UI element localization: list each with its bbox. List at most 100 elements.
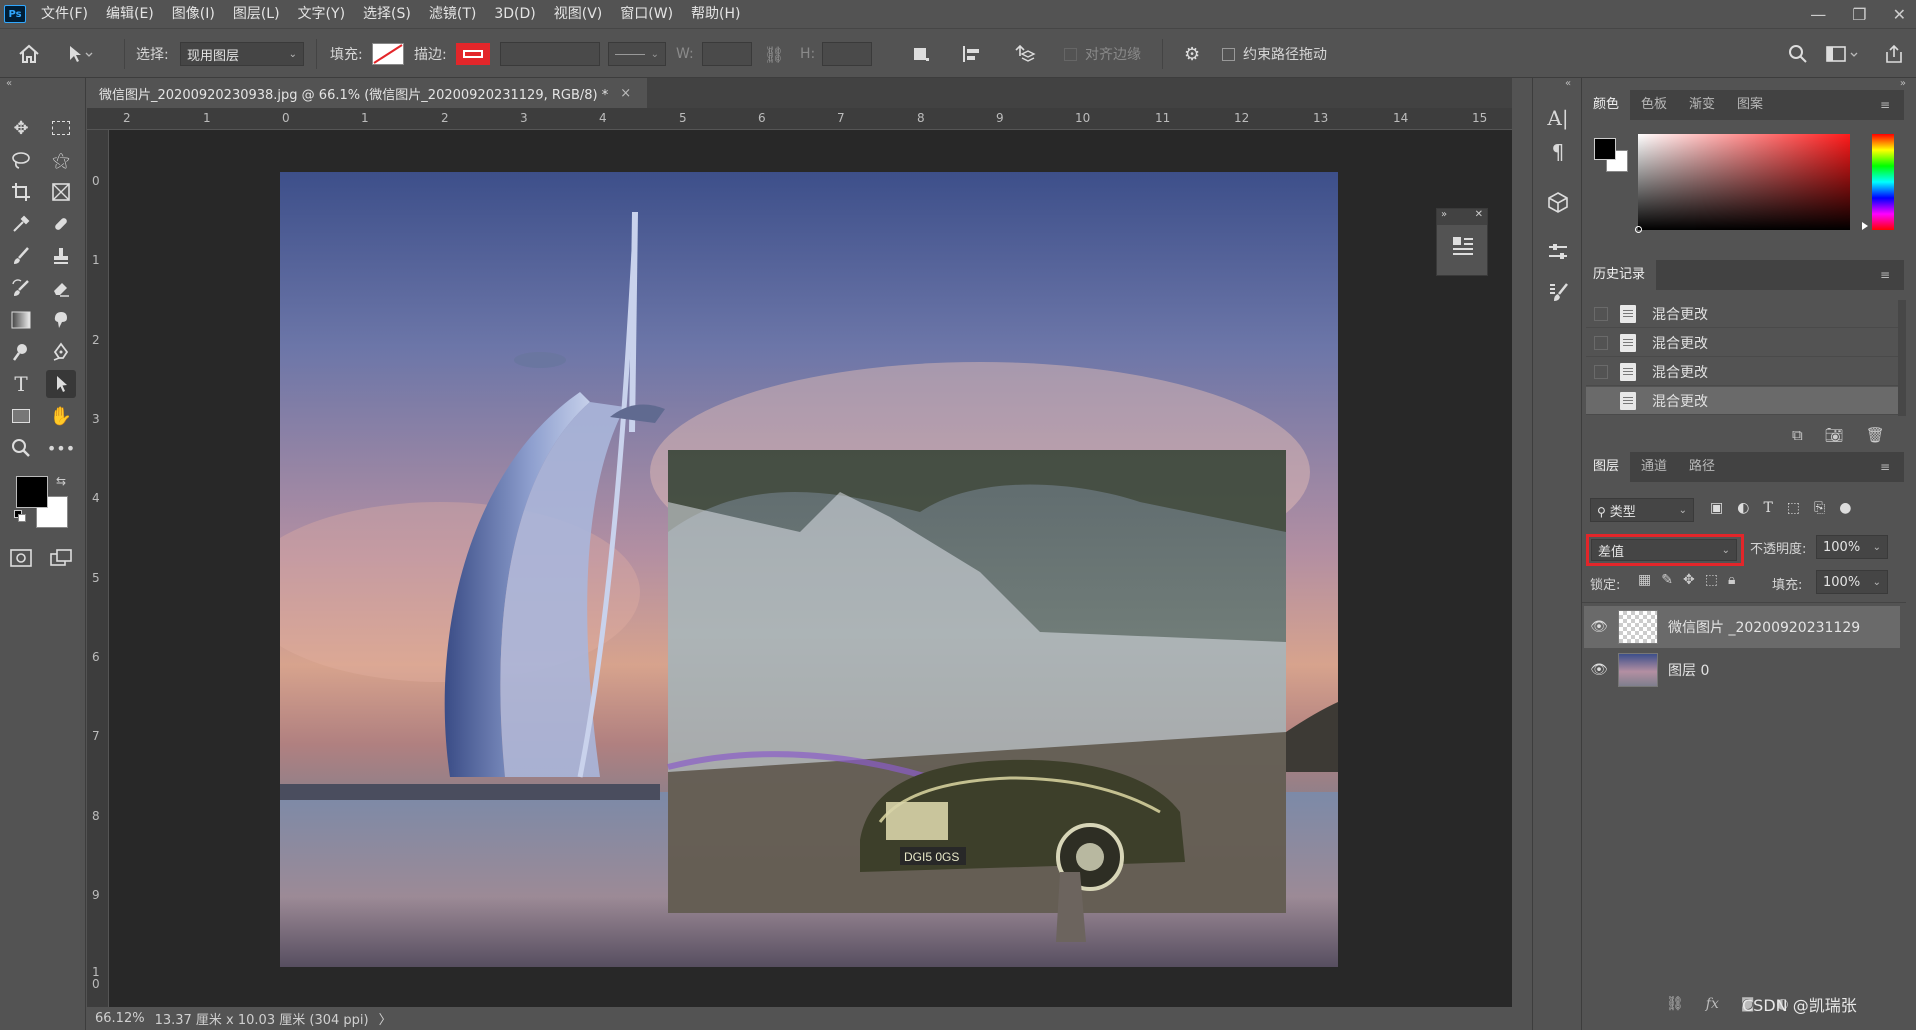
eyedropper-tool-icon[interactable] (6, 210, 36, 238)
adjustment-filter-icon[interactable]: ◐ (1737, 500, 1749, 516)
history-item[interactable]: 混合更改 (1586, 358, 1900, 386)
color-field[interactable] (1635, 134, 1850, 233)
color-panel-foreground-swatch[interactable] (1594, 138, 1616, 160)
layer-name[interactable]: 图层 0 (1668, 660, 1709, 680)
menu-view[interactable]: 视图(V) (545, 0, 612, 28)
menu-help[interactable]: 帮助(H) (682, 0, 749, 28)
close-tab-icon[interactable]: × (620, 86, 631, 101)
camera-icon[interactable]: 📷︎ (1825, 426, 1844, 444)
stamp-tool-icon[interactable] (46, 242, 76, 270)
horizontal-ruler[interactable]: 2 1 0 1 2 3 4 5 6 7 8 9 10 11 12 13 14 1… (87, 108, 1512, 130)
document-tab[interactable]: 微信图片_20200920230938.jpg @ 66.1% (微信图片_20… (87, 78, 647, 108)
collapse-toolbar-icon[interactable]: « (6, 78, 12, 89)
home-icon[interactable] (18, 29, 40, 79)
menu-window[interactable]: 窗口(W) (611, 0, 682, 28)
dodge-tool-icon[interactable] (6, 338, 36, 366)
lock-all-icon[interactable]: 🔒︎ (1728, 572, 1735, 588)
smart-object-filter-icon[interactable]: ⎘ (1814, 500, 1825, 516)
healing-brush-tool-icon[interactable] (46, 210, 76, 238)
pen-tool-icon[interactable] (46, 338, 76, 366)
menu-layer[interactable]: 图层(L) (224, 0, 289, 28)
lock-transparent-pixels-icon[interactable]: ▦ (1638, 572, 1651, 588)
collapse-panels-icon[interactable]: » (1900, 78, 1906, 89)
history-scrollbar[interactable] (1898, 300, 1906, 416)
search-icon[interactable] (1788, 29, 1808, 79)
eye-icon[interactable]: 👁︎ (1584, 619, 1614, 635)
tab-history[interactable]: 历史记录 (1582, 260, 1657, 290)
tab-channels[interactable]: 通道 (1630, 452, 1678, 482)
share-icon[interactable] (1884, 29, 1904, 79)
history-snapshot-checkbox[interactable] (1594, 306, 1608, 321)
menu-3d[interactable]: 3D(D) (485, 0, 544, 28)
screen-mode-icon[interactable] (46, 544, 76, 572)
lock-image-pixels-icon[interactable]: ✎ (1661, 572, 1673, 588)
width-input[interactable] (702, 42, 752, 66)
rectangle-tool-icon[interactable] (6, 402, 36, 430)
tab-paths[interactable]: 路径 (1678, 452, 1726, 482)
hue-slider-handle[interactable] (1862, 222, 1868, 230)
panel-menu-icon[interactable]: ≡ (1880, 98, 1890, 112)
history-snapshot-checkbox[interactable] (1594, 364, 1608, 379)
crop-tool-icon[interactable] (6, 178, 36, 206)
panel-menu-icon[interactable]: ≡ (1880, 460, 1890, 474)
gradient-tool-icon[interactable] (6, 306, 36, 334)
color-picker-handle[interactable] (1635, 226, 1642, 233)
opacity-input[interactable]: 100% ⌄ (1816, 535, 1888, 559)
swap-colors-icon[interactable]: ⇆ (56, 474, 66, 488)
layer-row-selected[interactable]: 👁︎ 微信图片 _20200920231129 (1584, 606, 1900, 648)
image-filter-icon[interactable]: ▣ (1710, 500, 1723, 516)
path-operations-icon[interactable] (912, 29, 930, 79)
gear-icon[interactable]: ⚙ (1184, 29, 1200, 79)
history-item-current[interactable]: 混合更改 (1586, 387, 1900, 415)
minimize-button[interactable]: — (1810, 5, 1826, 24)
new-document-from-state-icon[interactable]: ⧉ (1792, 426, 1803, 444)
tab-layers[interactable]: 图层 (1582, 452, 1631, 482)
marquee-tool-icon[interactable] (46, 114, 76, 142)
link-layers-icon[interactable]: ⛓ (1666, 996, 1684, 1012)
3d-panel-icon[interactable] (1543, 188, 1573, 216)
type-filter-icon[interactable]: T (1763, 500, 1772, 516)
more-tools-icon[interactable]: ••• (46, 434, 76, 462)
path-alignment-icon[interactable] (962, 29, 982, 79)
filter-toggle-icon[interactable]: ● (1839, 500, 1851, 516)
smudge-tool-icon[interactable] (46, 306, 76, 334)
layer-row[interactable]: 👁︎ 图层 0 (1584, 649, 1900, 691)
menu-file[interactable]: 文件(F) (32, 0, 97, 28)
menu-edit[interactable]: 编辑(E) (97, 0, 163, 28)
close-button[interactable]: ✕ (1893, 5, 1906, 24)
history-item[interactable]: 混合更改 (1586, 300, 1900, 328)
vertical-ruler[interactable]: 0 1 2 3 4 5 6 7 8 9 1 0 (87, 130, 109, 1010)
menu-select[interactable]: 选择(S) (354, 0, 420, 28)
restore-button[interactable]: ❐ (1852, 5, 1866, 24)
fill-input[interactable]: 100% ⌄ (1816, 570, 1888, 594)
trash-icon[interactable]: 🗑︎ (1866, 426, 1885, 444)
default-colors-icon[interactable] (14, 510, 26, 522)
zoom-tool-icon[interactable] (6, 434, 36, 462)
move-tool-icon[interactable]: ✥ (6, 114, 36, 142)
menu-filter[interactable]: 滤镜(T) (420, 0, 485, 28)
lock-position-icon[interactable]: ✥ (1683, 572, 1695, 588)
zoom-level[interactable]: 66.12% (95, 1011, 145, 1026)
direct-select-tool-icon[interactable] (46, 370, 76, 398)
tab-patterns[interactable]: 图案 (1726, 90, 1774, 120)
quick-mask-icon[interactable] (6, 544, 36, 572)
paragraph-panel-icon[interactable]: ¶ (1543, 138, 1573, 166)
history-item[interactable]: 混合更改 (1586, 329, 1900, 357)
status-menu-arrow[interactable]: 〉 (379, 1009, 392, 1028)
menu-image[interactable]: 图像(I) (163, 0, 224, 28)
brush-tool-icon[interactable] (6, 242, 36, 270)
layer-filter-dropdown[interactable]: ⚲ 类型 ⌄ (1590, 498, 1694, 522)
panel-menu-icon[interactable]: ≡ (1880, 268, 1890, 282)
layer-name[interactable]: 微信图片 _20200920231129 (1668, 617, 1860, 637)
close-panel-icon[interactable]: ✕ (1475, 209, 1483, 225)
hue-slider[interactable] (1872, 134, 1894, 230)
history-brush-tool-icon[interactable] (6, 274, 36, 302)
document-scrollbar[interactable] (1512, 78, 1532, 1013)
stroke-width-field[interactable] (500, 42, 600, 66)
eye-icon[interactable]: 👁︎ (1584, 662, 1614, 678)
history-snapshot-checkbox[interactable] (1594, 335, 1608, 350)
stroke-swatch[interactable] (456, 29, 490, 79)
tab-swatches[interactable]: 色板 (1630, 90, 1678, 120)
eraser-tool-icon[interactable] (46, 274, 76, 302)
character-panel-icon[interactable]: A| (1543, 104, 1573, 132)
